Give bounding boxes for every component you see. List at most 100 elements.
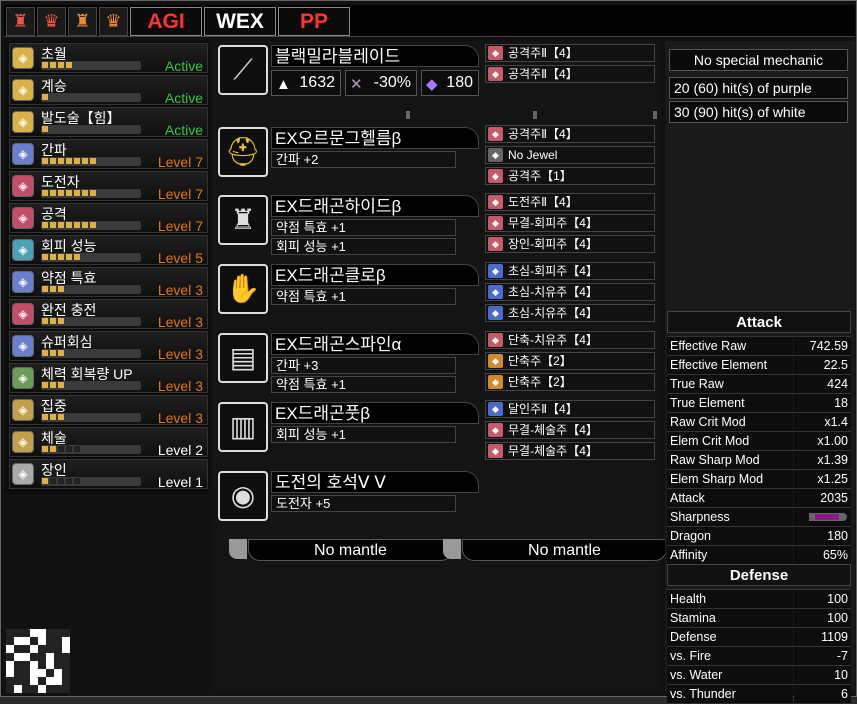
stat-label: Raw Sharp Mod bbox=[667, 451, 793, 469]
skill-row[interactable]: ◈ 약점 특효 Level 3 bbox=[9, 267, 208, 298]
skill-row[interactable]: ◈ 회피 성능 Level 5 bbox=[9, 235, 208, 266]
agi-button[interactable]: AGI bbox=[130, 7, 202, 36]
qr-cell bbox=[38, 677, 46, 685]
crown2-icon[interactable]: ♛ bbox=[99, 7, 128, 36]
decoration-name: 공격주Ⅱ【4】 bbox=[508, 127, 578, 141]
skill-level-pips bbox=[41, 221, 141, 230]
qr-cell bbox=[46, 677, 54, 685]
stat-value: 10 bbox=[794, 666, 851, 684]
skill-level-pips bbox=[41, 413, 141, 422]
wex-button[interactable]: WEX bbox=[204, 7, 276, 36]
weapon-slot[interactable]: ⟋ 블랙밀라블레이드 ▲ 1632 ✕ -30% ◆ 180 bbox=[216, 43, 479, 107]
armor-icon: ▤ bbox=[218, 333, 268, 383]
skill-level-pips bbox=[41, 189, 141, 198]
decoration-slot[interactable]: ◆ 무결-체술주【4】 bbox=[485, 421, 655, 439]
stat-label: Health bbox=[667, 590, 793, 608]
decoration-slot[interactable]: ◆ 단축주【2】 bbox=[485, 373, 655, 391]
armor-slot[interactable]: ♜ EX드래곤하이드β 약점 특효 +1 회피 성능 +1 bbox=[216, 193, 479, 259]
skill-level-pips bbox=[41, 253, 141, 262]
decoration-slot[interactable]: ◆ 공격주Ⅱ【4】 bbox=[485, 125, 655, 143]
decoration-slot[interactable]: ◆ 단축주【2】 bbox=[485, 352, 655, 370]
decoration-slot[interactable]: ◆ 도전주Ⅱ【4】 bbox=[485, 193, 655, 211]
skill-icon: ◈ bbox=[12, 175, 34, 197]
skill-icon: ◈ bbox=[12, 303, 34, 325]
skill-icon: ◈ bbox=[12, 335, 34, 357]
skill-row[interactable]: ◈ 발도술【힘】 Active bbox=[9, 107, 208, 138]
stat-value: 22.5 bbox=[794, 356, 851, 374]
skill-row[interactable]: ◈ 장인 Level 1 bbox=[9, 459, 208, 490]
decoration-slot[interactable]: ◆ 단축-치유주【4】 bbox=[485, 331, 655, 349]
stat-value: 65% bbox=[794, 546, 851, 564]
stat-label: Raw Crit Mod bbox=[667, 413, 793, 431]
armor-slot[interactable]: ⛑ EX오르문그헬름β 간파 +2 bbox=[216, 125, 479, 191]
decoration-name: 단축-치유주【4】 bbox=[508, 333, 598, 347]
skill-row[interactable]: ◈ 도전자 Level 7 bbox=[9, 171, 208, 202]
qr-cell bbox=[22, 645, 30, 653]
decoration-slot[interactable]: ◆ 초심-회피주【4】 bbox=[485, 262, 655, 280]
qr-cell bbox=[30, 629, 38, 637]
stat-row: Health 100 bbox=[667, 589, 851, 608]
qr-cell bbox=[46, 653, 54, 661]
decoration-slot[interactable]: ◆ 장인-회피주【4】 bbox=[485, 235, 655, 253]
skill-row[interactable]: ◈ 집중 Level 3 bbox=[9, 395, 208, 426]
skill-level-pips bbox=[41, 317, 141, 326]
armor-name: EX오르문그헬름β bbox=[271, 127, 479, 149]
qr-cell bbox=[62, 677, 70, 685]
jewel-icon: ◆ bbox=[488, 67, 503, 81]
stat-value: 424 bbox=[794, 375, 851, 393]
bottle2-icon[interactable]: ♜ bbox=[68, 7, 97, 36]
skill-level-pips bbox=[41, 157, 141, 166]
pp-button[interactable]: PP bbox=[278, 7, 350, 36]
qr-cell bbox=[62, 629, 70, 637]
decoration-slot[interactable]: ◆ 무결-체술주【4】 bbox=[485, 442, 655, 460]
qr-cell bbox=[62, 653, 70, 661]
skill-icon: ◈ bbox=[12, 463, 34, 485]
decoration-slot[interactable]: ◆ 초심-치유주【4】 bbox=[485, 283, 655, 301]
mantle-slot-1[interactable]: No mantle bbox=[248, 539, 453, 561]
jewel-icon: ◆ bbox=[488, 444, 503, 458]
attack_section-title: Attack bbox=[667, 311, 851, 333]
attack-icon: ▲ bbox=[276, 76, 291, 93]
decoration-slot[interactable]: ◆ 공격주Ⅱ【4】 bbox=[485, 65, 655, 83]
stat-label: Effective Raw bbox=[667, 337, 793, 355]
armor-slot[interactable]: ◉ 도전의 호석Ⅴ Ⅴ 도전자 +5 bbox=[216, 469, 479, 535]
defense_section-title: Defense bbox=[667, 564, 851, 586]
skill-row[interactable]: ◈ 완전 충전 Level 3 bbox=[9, 299, 208, 330]
bottle-icon[interactable]: ♜ bbox=[6, 7, 35, 36]
mantle-slot-2[interactable]: No mantle bbox=[462, 539, 667, 561]
skill-row[interactable]: ◈ 슈퍼회심 Level 3 bbox=[9, 331, 208, 362]
stat-row: vs. Fire -7 bbox=[667, 646, 851, 665]
sharpness-bar bbox=[809, 513, 847, 521]
decoration-slot[interactable]: ◆ No Jewel bbox=[485, 146, 655, 164]
skill-row[interactable]: ◈ 계승 Active bbox=[9, 75, 208, 106]
stat-value: 6 bbox=[794, 685, 851, 703]
qr-cell bbox=[6, 637, 14, 645]
qr-cell bbox=[6, 629, 14, 637]
qr-cell bbox=[14, 629, 22, 637]
qr-cell bbox=[14, 653, 22, 661]
qr-cell bbox=[38, 645, 46, 653]
jewel-icon: ◆ bbox=[488, 333, 503, 347]
skill-row[interactable]: ◈ 체술 Level 2 bbox=[9, 427, 208, 458]
crown-icon[interactable]: ♛ bbox=[37, 7, 66, 36]
top-bar: ♜ ♛ ♜ ♛ AGI WEX PP bbox=[4, 5, 855, 37]
armor-slot[interactable]: ▤ EX드래곤스파인α 간파 +3 약점 특효 +1 bbox=[216, 331, 479, 397]
decoration-slot[interactable]: ◆ 달인주Ⅱ【4】 bbox=[485, 400, 655, 418]
armor-icon: ◉ bbox=[218, 471, 268, 521]
skill-row[interactable]: ◈ 초월 Active bbox=[9, 43, 208, 74]
qr-cell bbox=[54, 637, 62, 645]
jewel-icon: ◆ bbox=[488, 46, 503, 60]
skill-row[interactable]: ◈ 공격 Level 7 bbox=[9, 203, 208, 234]
decoration-slot[interactable]: ◆ 초심-치유주【4】 bbox=[485, 304, 655, 322]
qr-cell bbox=[54, 685, 62, 693]
decoration-slot[interactable]: ◆ 공격주Ⅱ【4】 bbox=[485, 44, 655, 62]
armor-slot[interactable]: ✋ EX드래곤클로β 약점 특효 +1 bbox=[216, 262, 479, 328]
skill-row[interactable]: ◈ 체력 회복량 UP Level 3 bbox=[9, 363, 208, 394]
skill-level: Level 3 bbox=[157, 314, 203, 330]
armor-slot[interactable]: ▥ EX드래곤풋β 회피 성능 +1 bbox=[216, 400, 479, 466]
decoration-slot[interactable]: ◆ 공격주【1】 bbox=[485, 167, 655, 185]
decoration-name: 공격주Ⅱ【4】 bbox=[508, 67, 578, 81]
equipment-panel: ⟋ 블랙밀라블레이드 ▲ 1632 ✕ -30% ◆ 180 ⛑ EX오르문그헬름β 간파… bbox=[213, 41, 667, 691]
decoration-slot[interactable]: ◆ 무결-회피주【4】 bbox=[485, 214, 655, 232]
skill-row[interactable]: ◈ 간파 Level 7 bbox=[9, 139, 208, 170]
